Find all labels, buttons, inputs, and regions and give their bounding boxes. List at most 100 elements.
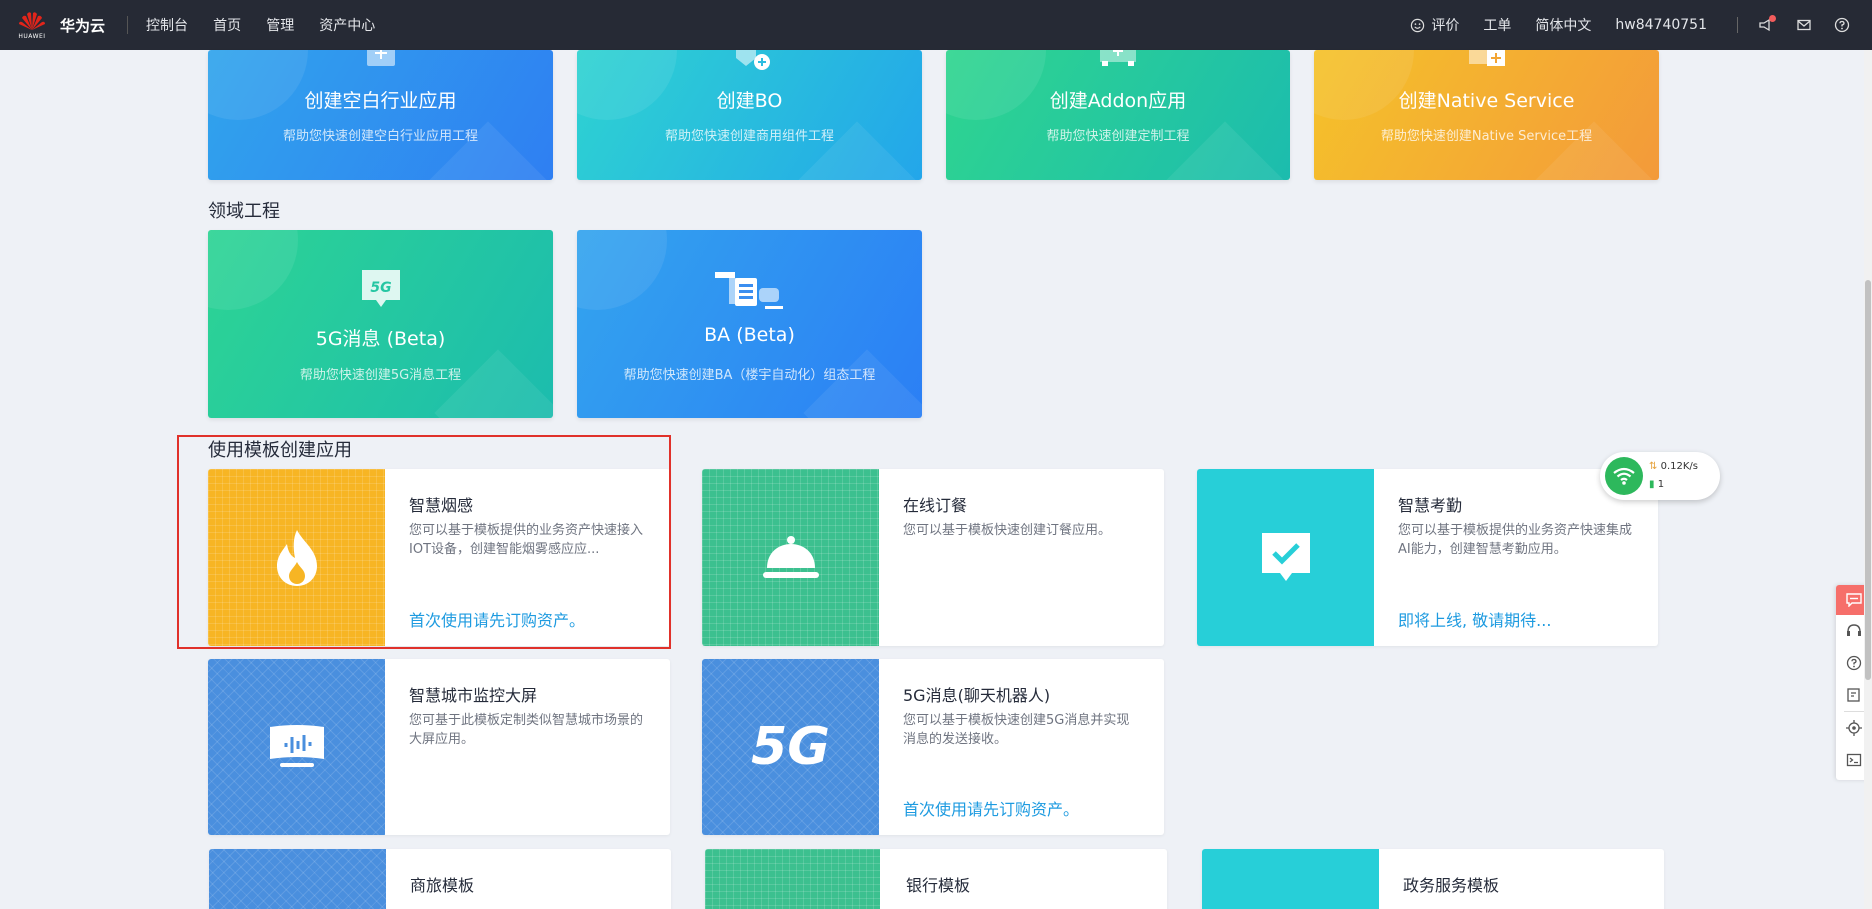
rating-label: 评价 — [1431, 18, 1460, 34]
template-thumbnail — [209, 849, 386, 909]
card-desc: 帮助您快速创建5G消息工程 — [299, 368, 462, 383]
template-thumbnail — [1202, 849, 1379, 909]
nav-console[interactable]: 控制台 — [146, 18, 188, 34]
chat-icon — [1846, 593, 1862, 607]
addon-icon — [1096, 50, 1140, 72]
template-desc: 您可以基于模板提供的业务资产快速集成AI能力，创建智慧考勤应用。 — [1398, 523, 1633, 557]
topbar-right: 评价 工单 简体中文 hw84740751 — [1410, 0, 1872, 50]
card-desc: 帮助您快速创建空白行业应用工程 — [282, 129, 478, 144]
huawei-flower-icon — [19, 12, 45, 30]
create-ba-card[interactable]: BA (Beta) 帮助您快速创建BA（楼宇自动化）组态工程 — [577, 230, 922, 418]
template-card-government-service[interactable]: 政务服务模板 — [1202, 849, 1664, 909]
network-stats: ⇅ 0.12K/s ▮ 1 — [1649, 458, 1698, 494]
create-bo-card[interactable]: 创建BO 帮助您快速创建商用组件工程 — [577, 50, 922, 180]
template-thumbnail — [702, 469, 879, 646]
building-automation-icon — [714, 268, 785, 314]
card-desc: 帮助您快速创建BA（楼宇自动化）组态工程 — [623, 368, 876, 383]
card-title: 创建空白行业应用 — [304, 90, 457, 112]
divider — [127, 16, 129, 34]
template-thumbnail — [1197, 469, 1374, 646]
food-cloche-icon — [762, 535, 819, 578]
brand-name[interactable]: 华为云 — [60, 15, 105, 36]
card-decoration — [434, 349, 553, 418]
create-native-service-card[interactable]: 创建Native Service 帮助您快速创建Native Service工程 — [1314, 50, 1659, 180]
plus-doc-icon — [363, 50, 399, 72]
divider — [1737, 17, 1738, 33]
create-blank-app-card[interactable]: 创建空白行业应用 帮助您快速创建空白行业应用工程 — [208, 50, 553, 180]
network-speed: 0.12K/s — [1660, 461, 1698, 472]
card-desc: 帮助您快速创建定制工程 — [1046, 129, 1190, 144]
card-title: 创建Addon应用 — [1049, 90, 1187, 112]
coming-soon-link[interactable]: 即将上线, 敬请期待... — [1398, 607, 1551, 631]
card-title: BA (Beta) — [704, 324, 795, 346]
create-addon-card[interactable]: 创建Addon应用 帮助您快速创建定制工程 — [946, 50, 1290, 180]
order-assets-link[interactable]: 首次使用请先订购资产。 — [903, 796, 1079, 820]
add-component-icon — [728, 50, 772, 76]
template-thumbnail — [705, 849, 880, 909]
template-desc: 您可基于此模板定制类似智慧城市场景的大屏应用。 — [409, 713, 644, 747]
card-desc: 帮助您快速创建商用组件工程 — [664, 129, 834, 144]
scrollbar-thumb[interactable] — [1865, 280, 1871, 680]
template-desc: 您可以基于模板快速创建5G消息并实现消息的发送接收。 — [903, 713, 1130, 747]
template-name: 5G消息(聊天机器人) — [903, 686, 1051, 705]
target-icon — [1846, 720, 1862, 736]
5g-icon: 5G — [751, 717, 830, 777]
huawei-logo[interactable]: HUAWEI — [12, 10, 52, 40]
logo-text: HUAWEI — [18, 33, 46, 40]
help-icon — [1834, 17, 1850, 33]
question-icon — [1846, 655, 1862, 671]
notification-button[interactable] — [1756, 15, 1776, 35]
template-card-bank[interactable]: 银行模板 — [705, 849, 1167, 909]
main-nav: 控制台 首页 管理 资产中心 — [146, 15, 395, 35]
card-title: 5G消息 (Beta) — [315, 328, 446, 350]
terminal-icon — [1846, 753, 1862, 767]
language-selector[interactable]: 简体中文 — [1535, 15, 1591, 35]
card-desc: 帮助您快速创建Native Service工程 — [1380, 129, 1593, 144]
template-name: 智慧考勤 — [1398, 496, 1463, 515]
network-speed-widget[interactable]: ⇅ 0.12K/s ▮ 1 — [1600, 452, 1720, 500]
template-name: 银行模板 — [906, 876, 971, 895]
5g-message-icon: 5G — [360, 268, 402, 314]
message-button[interactable] — [1794, 15, 1814, 35]
create-5g-message-card[interactable]: 5G 5G消息 (Beta) 帮助您快速创建5G消息工程 — [208, 230, 553, 418]
5g-badge-text: 5G — [370, 280, 391, 296]
monitor-screen-icon — [269, 725, 324, 767]
ticket-button[interactable]: 工单 — [1483, 15, 1511, 35]
top-navigation-bar: HUAWEI 华为云 控制台 首页 管理 资产中心 评价 工单 简体中文 hw8… — [0, 0, 1872, 50]
card-title: 创建Native Service — [1398, 90, 1575, 112]
help-button[interactable] — [1832, 15, 1852, 35]
template-thumbnail: 5G — [702, 659, 879, 835]
template-name: 在线订餐 — [903, 496, 968, 515]
edit-doc-icon — [1847, 688, 1860, 702]
card-title: 创建BO — [716, 90, 783, 112]
template-name: 政务服务模板 — [1403, 876, 1500, 895]
count-row: ▮ 1 — [1649, 476, 1698, 494]
template-card-smart-attendance[interactable]: 智慧考勤 您可以基于模板提供的业务资产快速集成AI能力，创建智慧考勤应用。 即将… — [1197, 469, 1658, 646]
speed-row: ⇅ 0.12K/s — [1649, 458, 1698, 476]
domain-section-title: 领域工程 — [208, 201, 280, 222]
nav-manage[interactable]: 管理 — [266, 18, 294, 34]
smile-icon — [1411, 18, 1425, 32]
template-desc: 您可以基于模板快速创建订餐应用。 — [903, 523, 1112, 538]
rating-button[interactable]: 评价 — [1410, 15, 1459, 35]
native-service-icon — [1465, 50, 1509, 72]
template-card-online-ordering[interactable]: 在线订餐 您可以基于模板快速创建订餐应用。 — [702, 469, 1164, 646]
mail-icon — [1797, 19, 1811, 31]
template-card-smart-city-dashboard[interactable]: 智慧城市监控大屏 您可基于此模板定制类似智慧城市场景的大屏应用。 — [208, 659, 670, 835]
attendance-check-icon — [1261, 532, 1310, 581]
template-card-5g-chatbot[interactable]: 5G 5G消息(聊天机器人) 您可以基于模板快速创建5G消息并实现消息的发送接收… — [702, 659, 1164, 835]
nav-home[interactable]: 首页 — [213, 18, 241, 34]
unread-dot — [1769, 15, 1776, 22]
highlight-box — [177, 435, 671, 649]
lock-icon: ▮ — [1649, 479, 1655, 490]
nav-assets[interactable]: 资产中心 — [319, 18, 375, 34]
card-decoration — [577, 230, 667, 310]
card-decoration — [803, 349, 922, 418]
template-card-business-travel[interactable]: 商旅模板 — [209, 849, 671, 909]
wifi-icon — [1605, 457, 1643, 495]
page-scrollbar[interactable] — [1864, 50, 1872, 909]
card-decoration — [208, 230, 298, 310]
connection-count: 1 — [1657, 479, 1665, 490]
user-account[interactable]: hw84740751 — [1615, 17, 1707, 33]
updown-arrows-icon: ⇅ — [1649, 461, 1658, 472]
